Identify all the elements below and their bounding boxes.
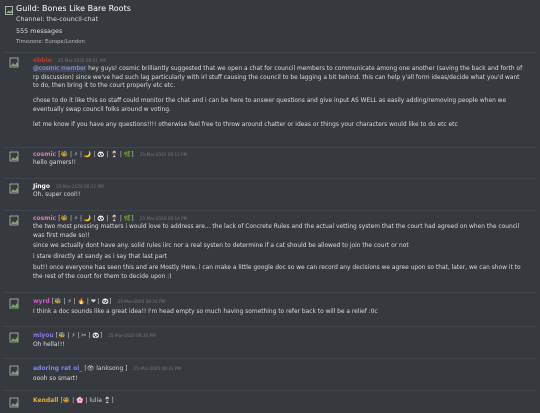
author-label: Jingo xyxy=(33,183,50,190)
channel-name: Channel: the-council-chat xyxy=(16,15,99,23)
message-text: let me know if you have any questions!!!… xyxy=(33,121,458,128)
author-label: miyou xyxy=(33,332,54,339)
message-text: but!! once everyone has seen this and ar… xyxy=(33,264,521,280)
message-divider xyxy=(4,292,536,293)
message-timestamp: 25-Mar-2020 08:14 PM xyxy=(139,216,188,221)
author-name[interactable]: miyou [🐝 | ⚡ | ✂ | 🐼] 25-Mar-2020 08:30 … xyxy=(33,332,156,339)
author-name[interactable]: wyrd [🐝 | ⚡ | 🔥 | ❤ | 🐼] 25-Mar-2020 08:… xyxy=(33,298,165,305)
author-label: ebbie xyxy=(33,57,52,64)
message-timestamp: 25-Mar-2020 08:01 AM xyxy=(57,58,106,63)
author-name[interactable]: Jingo 25-Mar-2020 08:11 PM xyxy=(33,183,104,190)
avatar[interactable] xyxy=(8,331,25,348)
avatar[interactable] xyxy=(8,150,25,167)
author-label: cosmic xyxy=(33,215,57,222)
message-text: I think a doc sounds like a great idea!!… xyxy=(33,309,378,315)
avatar[interactable] xyxy=(8,214,25,231)
message-text: oooh so smart! xyxy=(33,376,78,382)
role-badges: [🐝 | 🌸 | lulia 🍷] xyxy=(60,397,114,404)
author-label: adoring rat oi_ xyxy=(33,365,83,372)
message-body: I think a doc sounds like a great idea!!… xyxy=(33,308,526,317)
message-text: Oh hella!!! xyxy=(33,342,65,348)
message-divider xyxy=(4,358,536,359)
message-divider xyxy=(4,52,536,53)
message-log: ebbie 25-Mar-2020 08:01 AM @cosmic membe… xyxy=(0,52,540,408)
guild-title: Guild: Bones Like Bare Roots xyxy=(16,4,131,13)
role-badges: [🐝 | ⚡ | 🔥 | ❤ | 🐼] xyxy=(51,298,112,305)
message-body: the two most pressing matters i would lo… xyxy=(33,223,526,281)
message-timestamp: 25-Mar-2020 08:41 PM xyxy=(133,366,182,371)
author-name[interactable]: cosmic [🐝 | ⚡ | 🌙 | 🐼 | 🍷 | 🌿] 25-Mar-20… xyxy=(33,151,187,158)
message-divider xyxy=(4,147,536,148)
message-divider xyxy=(4,210,536,211)
message-timestamp: 25-Mar-2020 08:11 PM xyxy=(56,184,104,189)
message-line: hey guys! cosmic brilliantly suggested t… xyxy=(33,66,523,90)
avatar[interactable] xyxy=(8,364,25,381)
message-text: since we actually dont have any. solid r… xyxy=(33,243,409,250)
message-text: hello gamers!! xyxy=(33,160,77,166)
timezone-label: Timezone: Europe/London xyxy=(16,39,85,45)
message-body: @cosmic member hey guys! cosmic brillian… xyxy=(33,65,526,129)
guild-icon xyxy=(5,6,13,15)
message-timestamp: 25-Mar-2020 08:30 PM xyxy=(108,333,156,338)
message-timestamp: 25-Mar-2020 08:11 PM xyxy=(139,152,188,157)
message-divider xyxy=(4,178,536,179)
message-divider xyxy=(4,326,536,327)
message-text: the two most pressing matters i would lo… xyxy=(33,224,520,239)
message-divider xyxy=(4,390,536,391)
author-label: wyrd xyxy=(33,298,50,305)
author-name[interactable]: ebbie 25-Mar-2020 08:01 AM xyxy=(33,57,106,64)
message-text: chose to do it like this so staff could … xyxy=(33,98,507,113)
message-text: @cosmic member hey guys! cosmic brillian… xyxy=(33,65,526,91)
message-text: Oh, super cool!! xyxy=(33,192,81,198)
role-badges: [🐝 | ⚡ | ✂ | 🐼] xyxy=(55,332,103,339)
message-text: i stare directly at sandy as i say that … xyxy=(33,254,167,261)
message-body: hello gamers!! xyxy=(33,159,526,168)
author-name[interactable]: Kendall [🐝 | 🌸 | lulia 🍷] xyxy=(33,397,114,404)
export-header: Guild: Bones Like Bare Roots Channel: th… xyxy=(2,2,540,50)
author-label: Kendall xyxy=(33,397,59,404)
message-body: Oh, super cool!! xyxy=(33,191,526,200)
author-name[interactable]: cosmic [🐝 | ⚡ | 🌙 | 🐼 | 🍷 | 🌿] 25-Mar-20… xyxy=(33,215,187,222)
message-timestamp: 25-Mar-2020 08:24 PM xyxy=(117,299,166,304)
avatar[interactable] xyxy=(8,297,25,314)
role-badges: [🐝 | ⚡ | 🌙 | 🐼 | 🍷 | 🌿] xyxy=(58,151,134,158)
avatar[interactable] xyxy=(8,182,25,199)
message-count: 555 messages xyxy=(16,27,63,35)
message-body: Oh hella!!! xyxy=(33,341,526,350)
message-body: oooh so smart! xyxy=(33,375,526,384)
role-badges: [🐝 | ⚡ | 🌙 | 🐼 | 🍷 | 🌿] xyxy=(58,215,134,222)
author-label: cosmic xyxy=(33,151,57,158)
avatar[interactable] xyxy=(8,56,25,73)
user-mention[interactable]: @cosmic member xyxy=(33,66,87,72)
author-name[interactable]: adoring rat oi_ [👁 lanksong ] 25-Mar-202… xyxy=(33,365,181,372)
role-badges: [👁 lanksong ] xyxy=(84,365,128,372)
